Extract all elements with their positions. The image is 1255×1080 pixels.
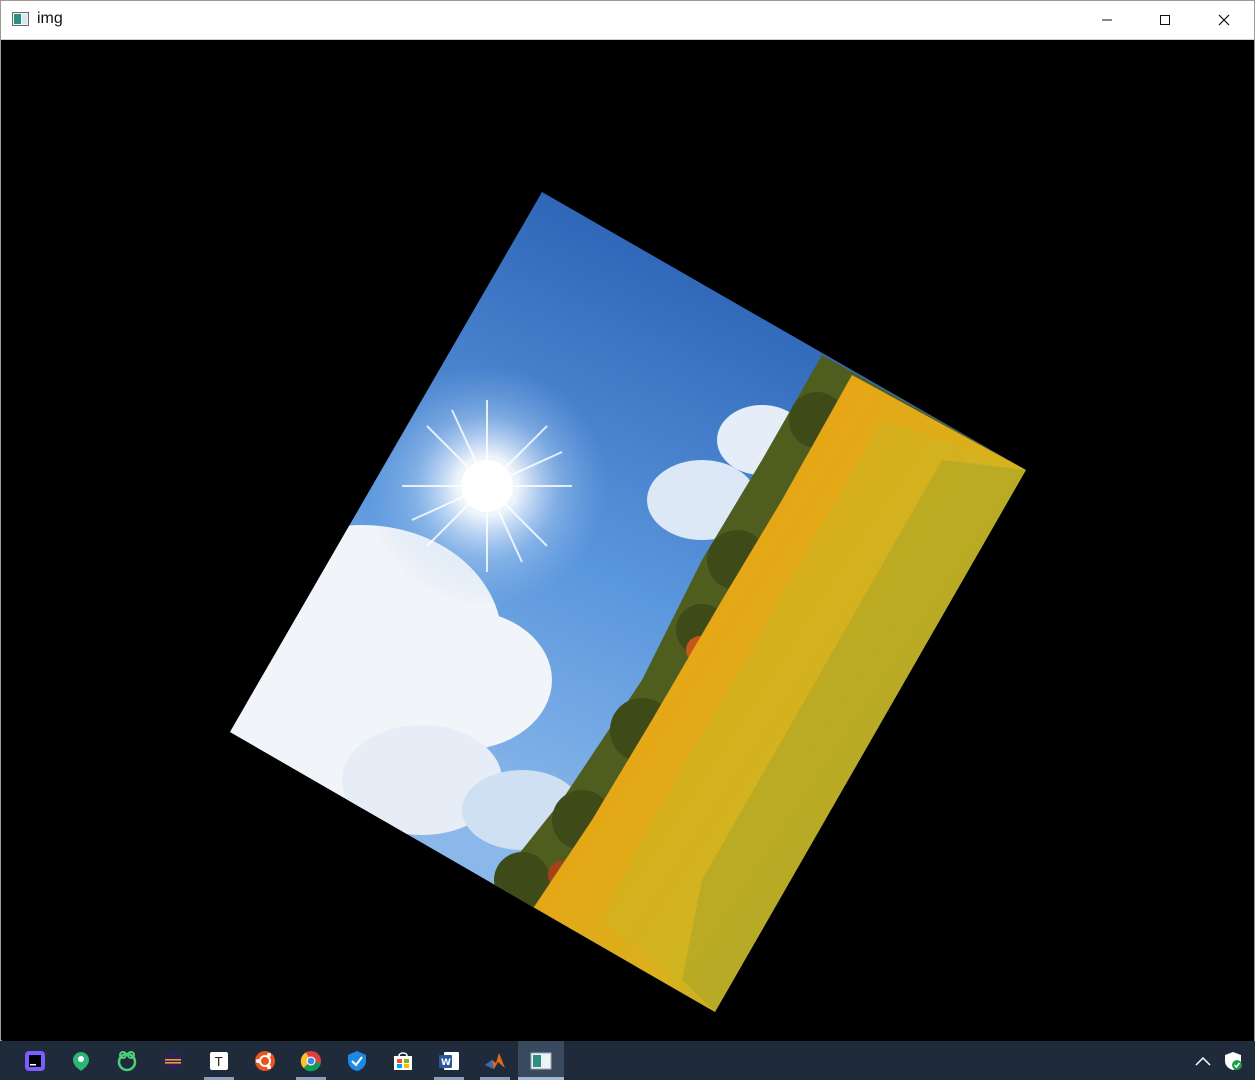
title-bar[interactable]: img (1, 1, 1254, 40)
taskbar-item-map[interactable] (58, 1041, 104, 1080)
eclipse-icon (164, 1051, 182, 1070)
typora-icon: T (210, 1051, 228, 1070)
taskbar-item-typora[interactable]: T (196, 1041, 242, 1080)
close-icon (1218, 14, 1230, 26)
taskbar-item-security[interactable] (334, 1041, 380, 1080)
taskbar-item-store[interactable] (380, 1041, 426, 1080)
frog-app-icon (117, 1050, 137, 1071)
word-icon: W (439, 1051, 459, 1070)
minimize-icon (1102, 19, 1112, 21)
goland-icon (25, 1050, 45, 1071)
store-icon (394, 1051, 412, 1070)
window-title: img (37, 10, 63, 27)
windows-security-icon (1225, 1051, 1242, 1070)
taskbar-item-goland[interactable] (12, 1041, 58, 1080)
ubuntu-icon (255, 1050, 275, 1071)
taskbar-item-ubuntu[interactable] (242, 1041, 288, 1080)
svg-text:W: W (441, 1058, 451, 1068)
maximize-icon (1160, 15, 1170, 25)
app-window: img (0, 0, 1255, 1041)
taskbar-item-img[interactable] (518, 1041, 564, 1080)
img-window-icon (530, 1052, 552, 1069)
taskbar-item-frog[interactable] (104, 1041, 150, 1080)
chevron-up-icon (1195, 1056, 1211, 1066)
close-button[interactable] (1195, 1, 1253, 39)
app-window-icon (12, 12, 29, 26)
rotated-landscape-image (230, 192, 1026, 1012)
matlab-icon (485, 1052, 505, 1069)
minimize-button[interactable] (1078, 1, 1136, 39)
taskbar: T W (0, 1041, 1255, 1080)
svg-text:T: T (214, 1055, 223, 1069)
taskbar-item-chrome[interactable] (288, 1041, 334, 1080)
maximize-button[interactable] (1136, 1, 1194, 39)
chrome-icon (300, 1050, 321, 1071)
show-hidden-icons-button[interactable] (1190, 1041, 1216, 1080)
windows-security-tray[interactable] (1218, 1041, 1248, 1080)
shield-check-icon (348, 1050, 366, 1071)
image-canvas (2, 40, 1254, 1041)
map-pin-icon (73, 1051, 89, 1071)
taskbar-item-matlab[interactable] (472, 1041, 518, 1080)
taskbar-item-eclipse[interactable] (150, 1041, 196, 1080)
taskbar-item-word[interactable]: W (426, 1041, 472, 1080)
